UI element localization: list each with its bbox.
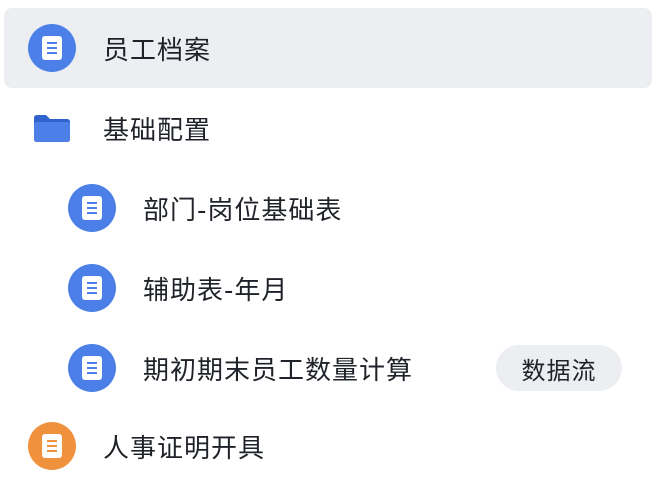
document-icon bbox=[68, 344, 116, 392]
document-icon bbox=[68, 264, 116, 312]
document-icon bbox=[28, 422, 76, 470]
tree-item-basic-config-folder[interactable]: 基础配置 bbox=[4, 88, 652, 168]
tree-item-label: 员工档案 bbox=[103, 35, 212, 66]
document-icon bbox=[28, 24, 76, 72]
tree-item-auxiliary-year-month[interactable]: 辅助表-年月 bbox=[4, 248, 652, 328]
tree-item-dept-position-table[interactable]: 部门-岗位基础表 bbox=[4, 168, 652, 248]
document-icon bbox=[68, 184, 116, 232]
dataflow-badge[interactable]: 数据流 bbox=[496, 345, 622, 391]
tree-item-label: 期初期末员工数量计算 bbox=[143, 355, 414, 386]
tree-item-label: 人事证明开具 bbox=[103, 433, 266, 464]
file-tree: 员工档案 基础配置 部门-岗位基础表 辅助表-年月 期初期末员工数量计算 数据流… bbox=[0, 0, 666, 488]
tree-item-label: 部门-岗位基础表 bbox=[143, 195, 343, 226]
tree-item-employee-records[interactable]: 员工档案 bbox=[4, 8, 652, 88]
tree-item-label: 基础配置 bbox=[103, 115, 212, 146]
tree-item-employee-count-calc[interactable]: 期初期末员工数量计算 数据流 bbox=[4, 328, 652, 408]
folder-icon bbox=[28, 104, 76, 152]
tree-item-label: 辅助表-年月 bbox=[143, 275, 289, 306]
tree-item-hr-certificate[interactable]: 人事证明开具 bbox=[4, 406, 652, 486]
